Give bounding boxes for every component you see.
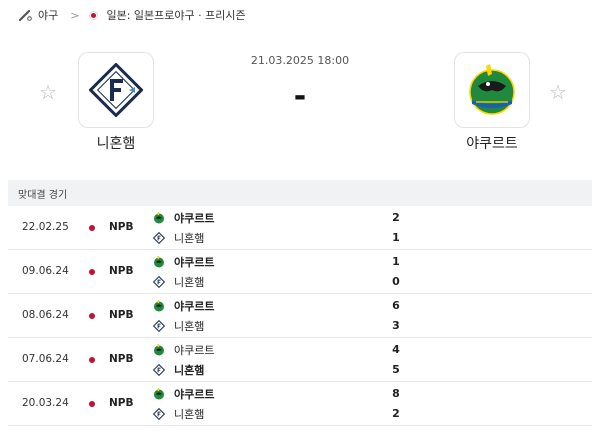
league-label: NPB xyxy=(109,221,134,233)
team2-score: 5 xyxy=(392,363,400,376)
h2h-row[interactable]: 22.02.25 NPB 야쿠르트 니혼햄 2 1 xyxy=(8,206,592,250)
team2-score: 3 xyxy=(392,319,400,332)
baseball-bat-icon xyxy=(18,8,32,22)
breadcrumb-league-link[interactable]: 일본: 일본프로야구 · 프리시즌 xyxy=(106,7,245,23)
japan-flag-icon xyxy=(89,10,99,20)
h2h-row[interactable]: 09.06.24 NPB 야쿠르트 니혼햄 1 0 xyxy=(8,250,592,294)
league-label: NPB xyxy=(109,397,134,409)
team1-score: 2 xyxy=(392,211,400,224)
team1-score: 8 xyxy=(392,387,400,400)
league-label: NPB xyxy=(109,265,134,277)
fighters-logo-icon xyxy=(89,63,143,117)
away-team-name[interactable]: 야쿠르트 xyxy=(432,133,552,153)
team2-line: 니혼햄 xyxy=(152,406,204,422)
match-date: 22.02.25 xyxy=(22,221,69,233)
team2-name: 니혼햄 xyxy=(174,364,205,377)
fighters-mini-logo-icon xyxy=(152,275,166,289)
swallows-mini-logo-icon xyxy=(152,211,166,225)
team1-line: 야쿠르트 xyxy=(152,254,214,270)
team1-name: 야쿠르트 xyxy=(174,388,215,401)
team1-score: 1 xyxy=(392,255,400,268)
swallows-mini-logo-icon xyxy=(152,343,166,357)
team1-line: 야쿠르트 xyxy=(152,298,214,314)
team1-score: 6 xyxy=(392,299,400,312)
league-label: NPB xyxy=(109,309,134,321)
favorite-home-star-icon[interactable]: ☆ xyxy=(38,82,58,102)
team2-line: 니혼햄 xyxy=(152,274,204,290)
h2h-row[interactable]: 07.06.24 NPB 야쿠르트 니혼햄 4 5 xyxy=(8,338,592,382)
h2h-section-title: 맞대결 경기 xyxy=(8,180,592,206)
home-team-logo[interactable] xyxy=(78,52,154,128)
away-team-logo[interactable] xyxy=(454,52,530,128)
match-date: 08.06.24 xyxy=(22,309,69,321)
home-team-name[interactable]: 니혼햄 xyxy=(56,133,176,153)
breadcrumb: 야구 > 일본: 일본프로야구 · 프리시즌 xyxy=(0,0,600,30)
fighters-mini-logo-icon xyxy=(152,319,166,333)
japan-flag-icon xyxy=(89,357,95,363)
breadcrumb-sport-link[interactable]: 야구 xyxy=(38,7,58,23)
team2-score: 2 xyxy=(392,407,400,420)
japan-flag-icon xyxy=(89,225,95,231)
match-date: 07.06.24 xyxy=(22,353,69,365)
team2-line: 니혼햄 xyxy=(152,362,204,378)
h2h-row[interactable]: 20.03.24 NPB 야쿠르트 니혼햄 8 2 xyxy=(8,382,592,426)
team1-score: 4 xyxy=(392,343,400,356)
team2-score: 1 xyxy=(392,231,400,244)
swallows-mini-logo-icon xyxy=(152,299,166,313)
team2-score: 0 xyxy=(392,275,400,288)
team1-line: 야쿠르트 xyxy=(152,210,214,226)
match-date: 20.03.24 xyxy=(22,397,69,409)
team2-line: 니혼햄 xyxy=(152,318,204,334)
japan-flag-icon xyxy=(89,269,95,275)
team2-line: 니혼햄 xyxy=(152,230,204,246)
match-header: ☆ 니혼햄 21.03.2025 18:00 - 야쿠르트 ☆ xyxy=(0,30,600,180)
japan-flag-icon xyxy=(89,401,95,407)
team1-name: 야쿠르트 xyxy=(174,344,215,357)
team2-name: 니혼햄 xyxy=(174,276,205,289)
team1-name: 야쿠르트 xyxy=(174,300,215,313)
fighters-mini-logo-icon xyxy=(152,231,166,245)
match-datetime: 21.03.2025 18:00 xyxy=(250,54,350,67)
team2-name: 니혼햄 xyxy=(174,408,205,421)
team1-line: 야쿠르트 xyxy=(152,386,214,402)
team1-name: 야쿠르트 xyxy=(174,256,215,269)
team1-line: 야쿠르트 xyxy=(152,342,214,358)
match-date: 09.06.24 xyxy=(22,265,69,277)
swallows-mini-logo-icon xyxy=(152,255,166,269)
h2h-list: 22.02.25 NPB 야쿠르트 니혼햄 2 1 09.06.24 NPB 야… xyxy=(8,206,592,426)
match-score: - xyxy=(293,79,307,114)
fighters-mini-logo-icon xyxy=(152,363,166,377)
japan-flag-icon xyxy=(89,313,95,319)
team2-name: 니혼햄 xyxy=(174,320,205,333)
team2-name: 니혼햄 xyxy=(174,232,205,245)
swallows-mini-logo-icon xyxy=(152,387,166,401)
team1-name: 야쿠르트 xyxy=(174,212,215,225)
favorite-away-star-icon[interactable]: ☆ xyxy=(548,82,568,102)
swallows-logo-icon xyxy=(469,64,515,115)
fighters-mini-logo-icon xyxy=(152,407,166,421)
league-label: NPB xyxy=(109,353,134,365)
breadcrumb-separator: > xyxy=(70,8,80,22)
h2h-row[interactable]: 08.06.24 NPB 야쿠르트 니혼햄 6 3 xyxy=(8,294,592,338)
